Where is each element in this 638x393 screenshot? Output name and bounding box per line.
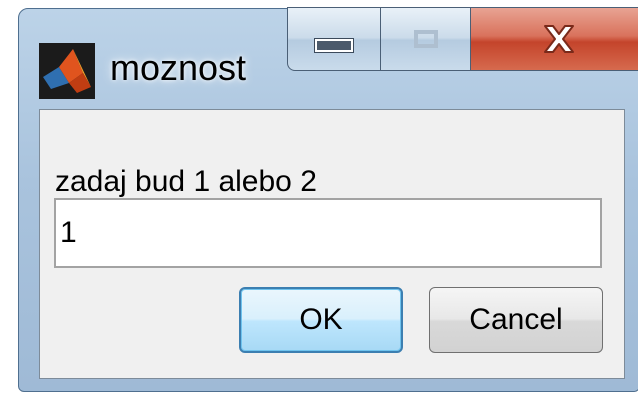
- dialog-client-area: zadaj bud 1 alebo 2 OK Cancel: [39, 109, 625, 379]
- ok-button[interactable]: OK: [239, 287, 403, 353]
- answer-input[interactable]: [54, 198, 602, 268]
- prompt-label: zadaj bud 1 alebo 2: [55, 165, 317, 198]
- dialog-window: moznost zadaj bud 1 alebo 2 OK Cancel: [18, 7, 638, 392]
- maximize-button: [381, 7, 471, 71]
- minimize-button[interactable]: [287, 7, 381, 71]
- caption-buttons: [287, 7, 638, 71]
- minimize-icon: [315, 38, 353, 52]
- maximize-icon: [413, 30, 438, 48]
- window-title: moznost: [110, 47, 247, 88]
- close-button[interactable]: [471, 7, 638, 71]
- screen: moznost zadaj bud 1 alebo 2 OK Cancel: [0, 0, 638, 393]
- title-bar[interactable]: moznost: [19, 7, 638, 111]
- close-x-icon: [543, 25, 574, 53]
- cancel-button[interactable]: Cancel: [429, 287, 603, 353]
- matlab-logo-icon: [39, 43, 95, 99]
